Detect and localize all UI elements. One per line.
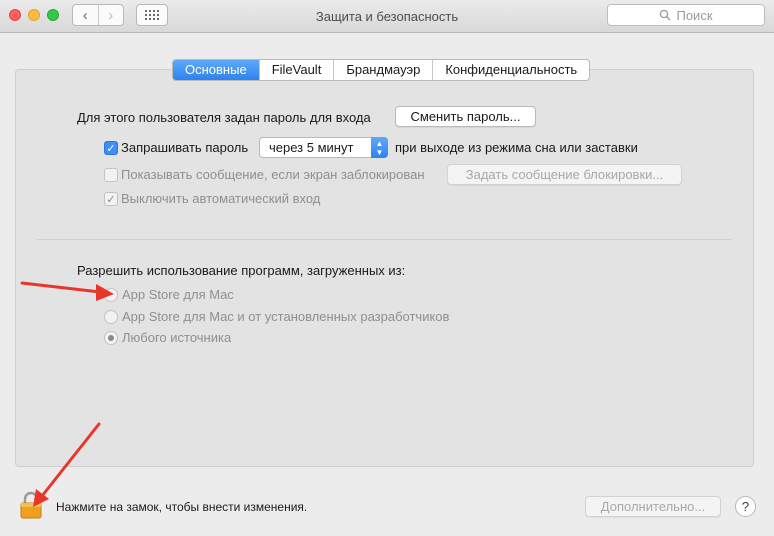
search-placeholder: Поиск <box>676 7 713 23</box>
password-delay-select[interactable]: через 5 минут ▲ ▼ <box>259 137 388 158</box>
help-icon: ? <box>741 499 750 514</box>
tab-firewall[interactable]: Брандмауэр <box>334 60 434 80</box>
require-password-label: Запрашивать пароль <box>121 140 249 155</box>
checkmark-icon: ✓ <box>106 142 116 155</box>
show-message-label: Показывать сообщение, если экран заблоки… <box>121 167 425 182</box>
disable-auto-login-checkbox[interactable]: ✓ <box>104 192 118 206</box>
updown-arrows-icon: ▲ ▼ <box>371 137 388 158</box>
radio-app-store-and-developers[interactable] <box>104 310 118 324</box>
tab-privacy[interactable]: Конфиденциальность <box>433 60 589 80</box>
radio-app-store-label: App Store для Mac <box>122 287 234 302</box>
tab-bar: Основные FileVault Брандмауэр Конфиденци… <box>172 59 591 81</box>
radio-anywhere[interactable] <box>104 331 118 345</box>
disable-auto-login-label: Выключить автоматический вход <box>121 191 321 206</box>
search-icon <box>660 9 671 21</box>
password-delay-value: через 5 минут <box>269 140 354 155</box>
section-divider <box>37 239 732 240</box>
password-set-label: Для этого пользователя задан пароль для … <box>77 110 371 125</box>
tab-filevault[interactable]: FileVault <box>260 60 335 80</box>
help-button[interactable]: ? <box>735 496 756 517</box>
radio-app-store[interactable] <box>104 288 118 302</box>
checkmark-icon: ✓ <box>106 193 116 206</box>
radio-anywhere-label: Любого источника <box>122 330 232 345</box>
require-password-suffix: при выходе из режима сна или заставки <box>395 140 638 155</box>
radio-app-store-and-developers-label: App Store для Mac и от установленных раз… <box>122 309 450 324</box>
search-input[interactable]: Поиск <box>607 4 765 26</box>
change-password-button[interactable]: Сменить пароль... <box>395 106 536 127</box>
set-lock-message-button[interactable]: Задать сообщение блокировки... <box>447 164 682 185</box>
show-message-checkbox[interactable] <box>104 168 118 182</box>
lock-icon[interactable] <box>20 491 42 519</box>
gatekeeper-heading: Разрешить использование программ, загруж… <box>77 263 406 278</box>
tab-general[interactable]: Основные <box>173 60 260 80</box>
title-bar: ‹ › Защита и безопасность Поиск <box>0 0 774 33</box>
lock-hint-text: Нажмите на замок, чтобы внести изменения… <box>56 500 308 514</box>
advanced-button[interactable]: Дополнительно... <box>585 496 721 517</box>
require-password-checkbox[interactable]: ✓ <box>104 141 118 155</box>
